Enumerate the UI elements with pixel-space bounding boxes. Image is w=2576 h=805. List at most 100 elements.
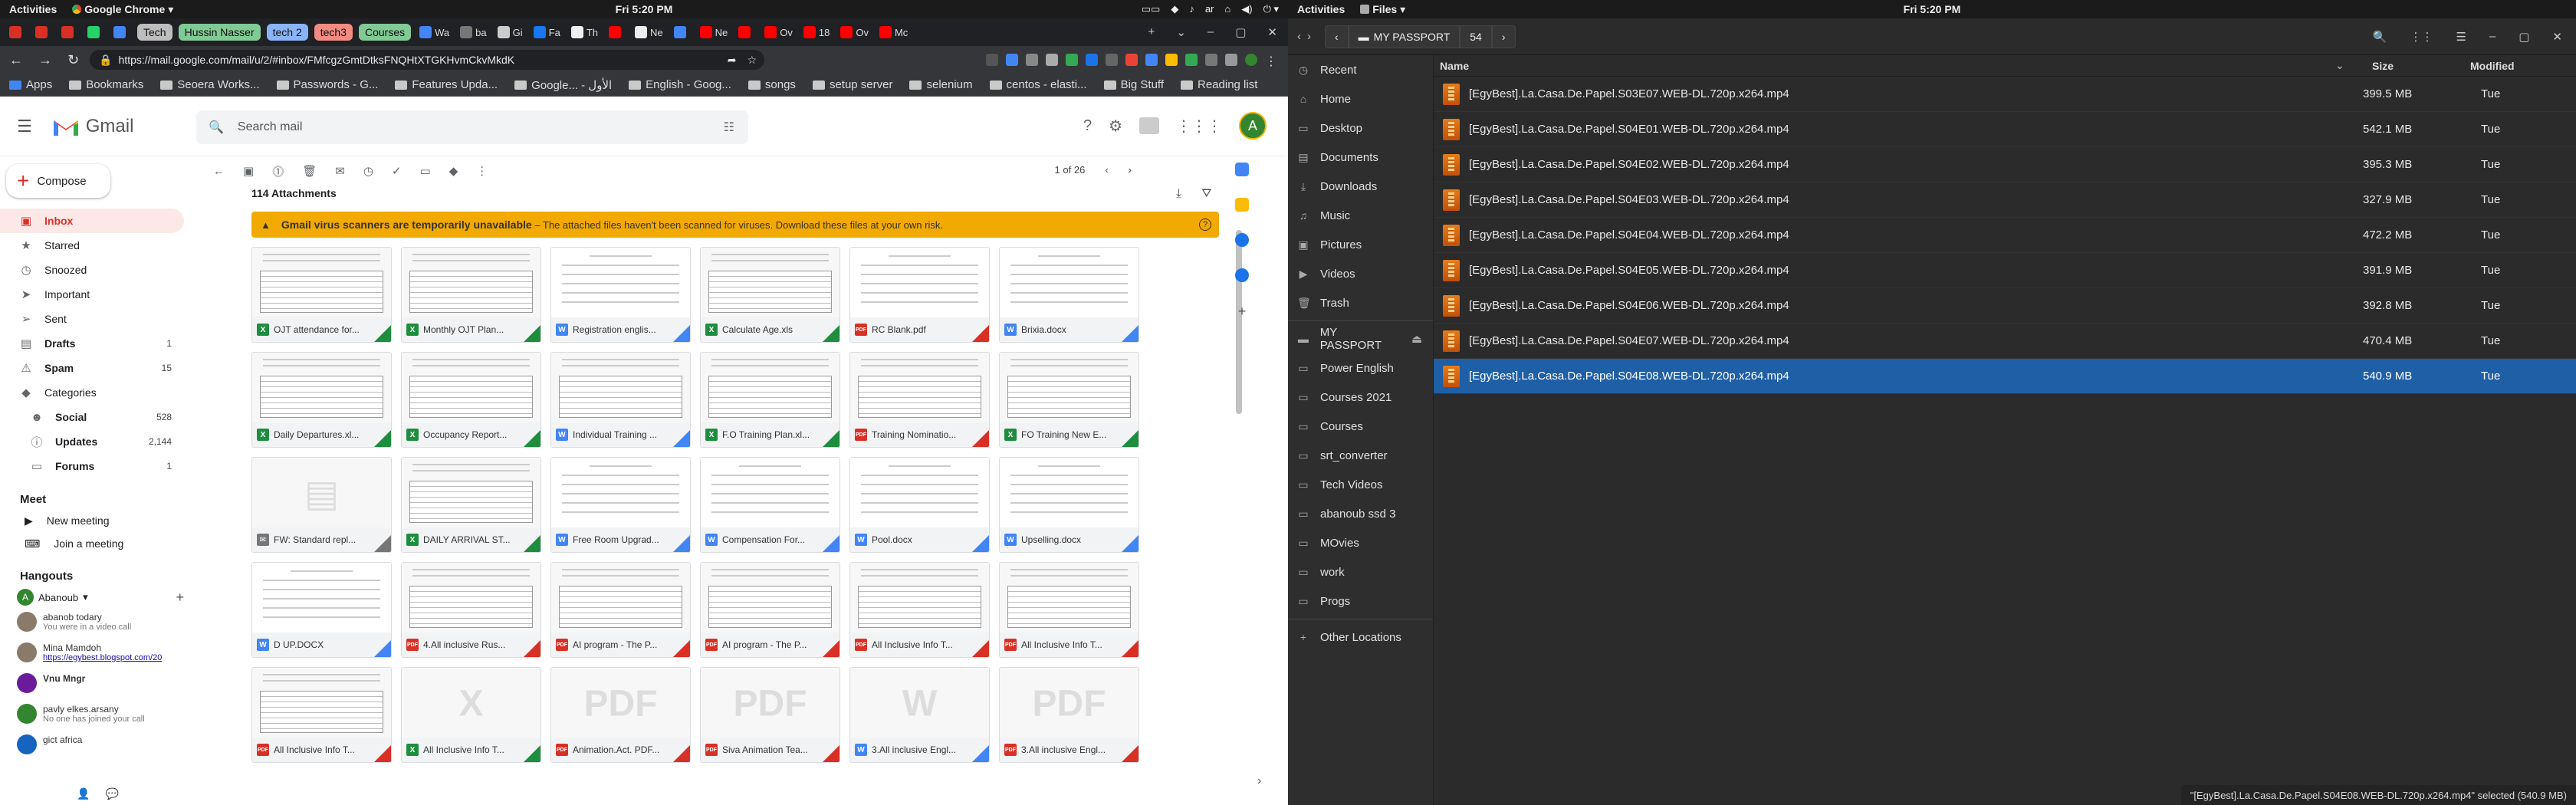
sidebar-item-snoozed[interactable]: ◷ Snoozed — [0, 258, 184, 282]
sidebar-item-updates[interactable]: ⓘ Updates 2,144 — [0, 429, 184, 454]
attachment-card[interactable]: W Brixia.docx — [999, 247, 1139, 343]
sidebar-item-sent[interactable]: ➢ Sent — [0, 307, 184, 331]
tab-group-hussin-nasser[interactable]: Hussin Nasser — [178, 24, 261, 41]
add-addon-icon[interactable]: + — [1235, 304, 1249, 319]
sidebar-item-my-passport[interactable]: ▬ MY PASSPORT ⏏ — [1288, 324, 1433, 353]
main-menu-icon[interactable]: ☰ — [17, 117, 32, 136]
save-to-drive-icon[interactable]: ⛛ — [1201, 187, 1211, 201]
sidebar-item-trash[interactable]: 🗑 Trash — [1288, 288, 1433, 317]
browser-tab[interactable]: 18 — [799, 21, 834, 43]
sidebar-item-starred[interactable]: ★ Starred — [0, 233, 184, 258]
browser-tab[interactable] — [109, 21, 133, 43]
attachment-card[interactable]: X DAILY ARRIVAL ST... — [401, 457, 541, 553]
account-avatar[interactable]: A — [1239, 112, 1267, 140]
minimize-button[interactable]: – — [1208, 25, 1214, 39]
sidebar-item-documents[interactable]: ▤ Documents — [1288, 143, 1433, 172]
delete-icon[interactable]: 🗑 — [302, 164, 317, 178]
browser-tab[interactable] — [31, 21, 55, 43]
chat-icon[interactable]: 💬 — [105, 787, 118, 800]
column-name[interactable]: Name — [1434, 60, 2354, 72]
attachment-card[interactable]: X Daily Departures.xl... — [251, 352, 392, 448]
browser-tab[interactable] — [57, 21, 81, 43]
calendar-icon[interactable] — [1235, 163, 1249, 176]
help-icon[interactable]: ? — [1199, 219, 1211, 231]
sidebar-item-home[interactable]: ⌂ Home — [1288, 84, 1433, 113]
tab-group-courses[interactable]: Courses — [359, 24, 412, 41]
profile-avatar[interactable] — [1245, 54, 1257, 66]
sidebar-item-drafts[interactable]: ▤ Drafts 1 — [0, 331, 184, 356]
bookmark-item[interactable]: selenium — [909, 78, 973, 91]
contacts-icon[interactable] — [1235, 268, 1249, 282]
browser-tab[interactable]: Gi — [493, 21, 527, 43]
keep-icon[interactable] — [1235, 198, 1249, 212]
person-icon[interactable]: 👤 — [77, 787, 90, 800]
sidebar-item-social[interactable]: ☻ Social 528 — [0, 405, 184, 429]
sidebar-item-work[interactable]: ▭ work — [1288, 557, 1433, 586]
browser-tab[interactable]: Ne — [630, 21, 668, 43]
search-icon[interactable]: 🔍 — [209, 120, 224, 135]
app-menu[interactable]: Google Chrome ▾ — [72, 3, 173, 16]
back-arrow-icon[interactable]: ← — [213, 165, 225, 178]
sidebar-item-music[interactable]: ♫ Music — [1288, 201, 1433, 230]
archive-icon[interactable]: ▣ — [243, 164, 254, 178]
file-row[interactable]: [EgyBest].La.Casa.De.Papel.S04E08.WEB-DL… — [1434, 359, 2576, 394]
attachment-card[interactable]: X X All Inclusive Info T... — [401, 667, 541, 763]
sidebar-item-courses-2021[interactable]: ▭ Courses 2021 — [1288, 383, 1433, 412]
file-row[interactable]: [EgyBest].La.Casa.De.Papel.S03E07.WEB-DL… — [1434, 77, 2576, 112]
sidebar-item-categories[interactable]: ◆ Categories — [0, 380, 184, 405]
bookmark-item[interactable]: setup server — [812, 78, 892, 91]
back-button[interactable]: ‹ — [1297, 30, 1301, 43]
contact-status[interactable]: https://egybest.blogspot.com/20 — [43, 653, 162, 662]
attachment-card[interactable]: W Upselling.docx — [999, 457, 1139, 553]
attachment-card[interactable]: X Calculate Age.xls — [700, 247, 840, 343]
bookmark-item[interactable]: Big Stuff — [1103, 78, 1164, 91]
attachment-card[interactable]: X Monthly OJT Plan... — [401, 247, 541, 343]
move-to-icon[interactable]: ▭ — [420, 164, 431, 178]
new-tab-button[interactable]: + — [1148, 25, 1155, 39]
reading-list[interactable]: Reading list — [1181, 78, 1257, 91]
sidebar-item-inbox[interactable]: ▣ Inbox — [0, 209, 184, 233]
compose-button[interactable]: + Compose — [6, 164, 110, 198]
view-toggle-icon[interactable]: ⋮⋮ — [2410, 30, 2433, 44]
browser-tab[interactable]: Mc — [875, 21, 912, 43]
extension-icon[interactable] — [1125, 54, 1138, 66]
apps-grid-icon[interactable]: ⋮⋮⋮ — [1176, 117, 1222, 136]
add-task-icon[interactable]: ✓ — [392, 164, 402, 178]
browser-tab[interactable] — [5, 21, 29, 43]
attachment-card[interactable]: PDF PDF 3.All inclusive Engl... — [999, 667, 1139, 763]
bookmark-item[interactable]: centos - elasti... — [989, 78, 1087, 91]
sidebar-item-videos[interactable]: ▶ Videos — [1288, 259, 1433, 288]
extension-icon[interactable] — [1205, 54, 1217, 66]
new-meeting-link[interactable]: ▶ New meeting — [0, 509, 196, 532]
close-window-button[interactable]: ✕ — [1267, 25, 1277, 39]
forward-button[interactable]: › — [1307, 30, 1311, 43]
bookmark-star-icon[interactable]: ☆ — [748, 54, 757, 67]
attachment-card[interactable]: PDF All Inclusive Info T... — [849, 562, 990, 658]
attachment-card[interactable]: W Pool.docx — [849, 457, 990, 553]
gmail-logo[interactable]: Gmail — [52, 116, 133, 137]
file-row[interactable]: [EgyBest].La.Casa.De.Papel.S04E05.WEB-DL… — [1434, 253, 2576, 288]
close-window-button[interactable]: ✕ — [2552, 30, 2562, 44]
attachment-card[interactable]: W Registration englis... — [550, 247, 691, 343]
bookmark-item[interactable]: Bookmarks — [69, 78, 143, 91]
sidebar-item-spam[interactable]: ⚠ Spam 15 — [0, 356, 184, 380]
extension-icon[interactable] — [1145, 54, 1158, 66]
browser-tab[interactable]: Fa — [529, 21, 565, 43]
browser-tab[interactable] — [669, 21, 694, 43]
browser-tab[interactable] — [83, 21, 107, 43]
extension-icon[interactable] — [1046, 54, 1058, 66]
attachment-card[interactable]: PDF RC Blank.pdf — [849, 247, 990, 343]
label-icon[interactable]: ◆ — [449, 164, 458, 178]
extension-icon[interactable] — [1106, 54, 1118, 66]
support-icon[interactable]: ? — [1083, 117, 1092, 135]
more-icon[interactable]: ⋮ — [476, 164, 488, 178]
attachment-card[interactable]: ▤ ✉ FW: Standard repl... — [251, 457, 392, 553]
hangouts-user[interactable]: A Abanoub ▾ + — [0, 586, 196, 609]
share-icon[interactable]: ➦ — [728, 54, 737, 67]
extension-icon[interactable] — [1066, 54, 1078, 66]
extension-icon[interactable] — [1185, 54, 1198, 66]
tab-group-tech[interactable]: Tech — [137, 24, 172, 41]
sidebar-item-power-english[interactable]: ▭ Power English — [1288, 353, 1433, 383]
expand-panel-icon[interactable]: › — [1257, 774, 1261, 788]
forward-button[interactable]: → — [38, 52, 52, 68]
